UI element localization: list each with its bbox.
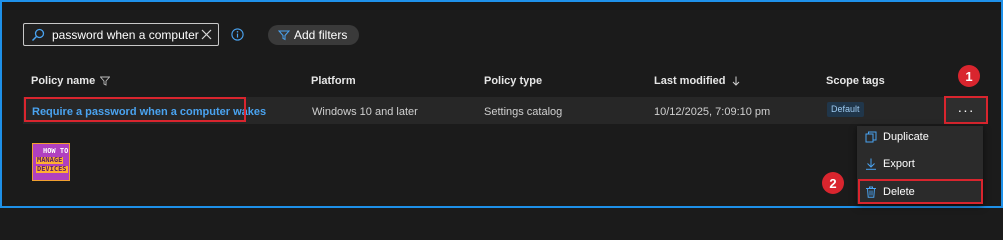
add-filters-label: Add filters — [294, 28, 348, 42]
brand-logo: HOW TO MANAGE DEVICES — [32, 143, 70, 181]
search-icon — [31, 28, 45, 42]
info-icon[interactable] — [231, 28, 244, 41]
app-frame: password when a computer ... Add filters… — [0, 0, 1003, 208]
step-badge-2: 2 — [822, 172, 844, 194]
step-badge-1: 1 — [958, 65, 980, 87]
column-header-policy-name[interactable]: Policy name — [31, 75, 111, 87]
policy-name-highlight — [24, 97, 246, 122]
column-header-platform[interactable]: Platform — [311, 75, 356, 87]
platform-cell: Windows 10 and later — [312, 106, 418, 118]
last-modified-cell: 10/12/2025, 7:09:10 pm — [654, 106, 771, 118]
filter-icon[interactable] — [100, 76, 111, 86]
close-icon[interactable] — [200, 28, 213, 41]
download-icon — [866, 158, 876, 170]
sort-down-icon — [732, 76, 739, 86]
duplicate-icon — [865, 131, 877, 143]
menu-item-export[interactable]: Export — [857, 153, 983, 175]
policy-type-cell: Settings catalog — [484, 106, 563, 118]
scope-tag-badge: Default — [827, 102, 864, 117]
column-header-last-modified[interactable]: Last modified — [654, 75, 741, 87]
search-box[interactable]: password when a computer ... — [23, 23, 219, 46]
more-actions-button[interactable]: ··· — [944, 96, 988, 124]
column-header-policy-type[interactable]: Policy type — [484, 75, 542, 87]
search-input[interactable]: password when a computer ... — [52, 28, 202, 42]
top-bar — [2, 2, 1001, 10]
column-header-scope-tags[interactable]: Scope tags — [826, 75, 885, 87]
menu-item-duplicate[interactable]: Duplicate — [857, 126, 983, 148]
filter-icon — [278, 30, 290, 41]
delete-highlight — [858, 179, 983, 204]
more-icon: ··· — [957, 102, 975, 118]
add-filters-button[interactable]: Add filters — [268, 25, 360, 45]
